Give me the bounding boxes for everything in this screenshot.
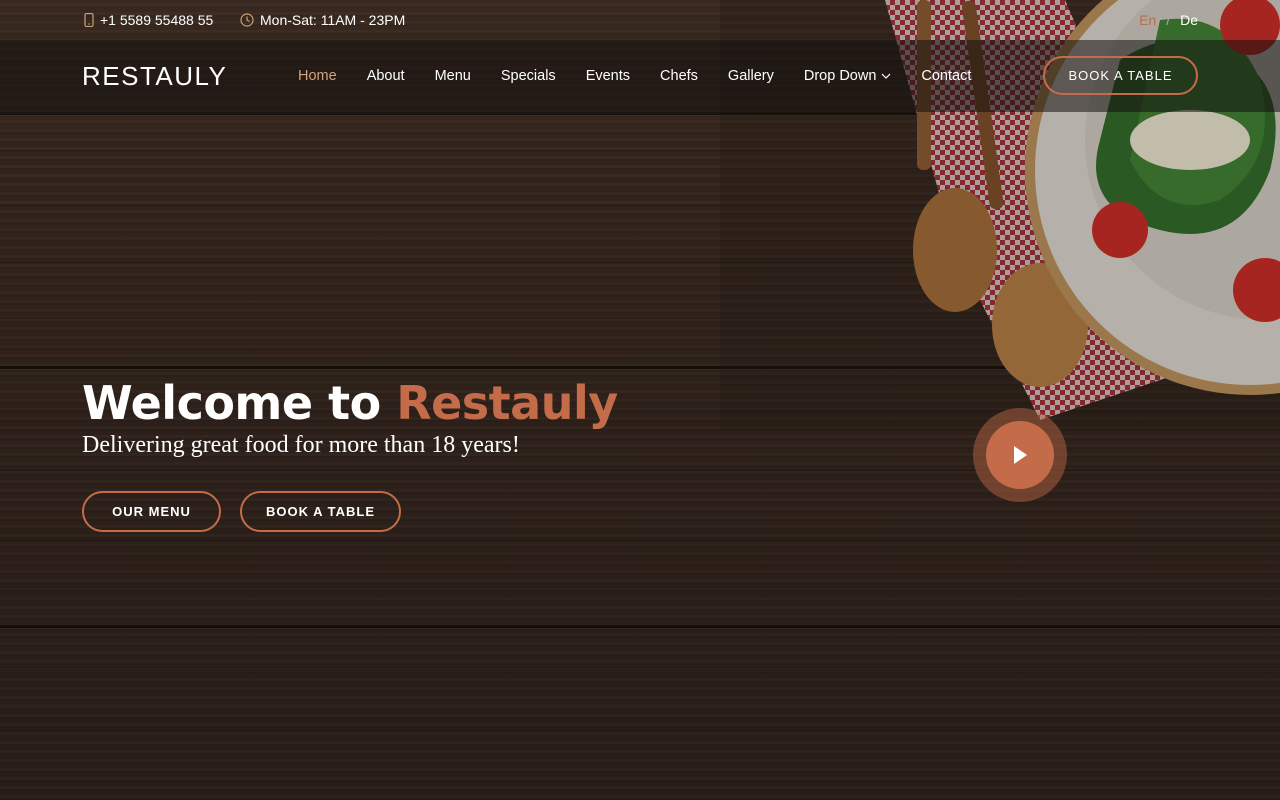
opening-hours: Mon-Sat: 11AM - 23PM [260, 12, 406, 28]
lang-separator: / [1166, 12, 1171, 28]
phone-number: +1 5589 55488 55 [100, 12, 214, 28]
nav-dropdown-label: Drop Down [803, 68, 877, 84]
site-logo[interactable]: RESTAULY [82, 40, 227, 112]
main-header: RESTAULY Home About Menu Specials Events… [0, 40, 1280, 112]
video-play-button[interactable] [973, 408, 1067, 502]
topbar-phone: +1 5589 55488 55 [84, 0, 213, 40]
nav-specials[interactable]: Specials [486, 68, 571, 84]
language-switcher: En / De [1139, 0, 1198, 40]
nav-chefs[interactable]: Chefs [645, 68, 713, 84]
mobile-phone-icon [84, 13, 94, 27]
nav-dropdown[interactable]: Drop Down [789, 68, 907, 84]
hero-subtitle: Delivering great food for more than 18 y… [82, 432, 520, 458]
hero-book-table-button[interactable]: BOOK A TABLE [240, 491, 401, 532]
our-menu-button[interactable]: OUR MENU [82, 491, 221, 532]
play-button-inner [986, 421, 1054, 489]
nav-events[interactable]: Events [571, 68, 645, 84]
nav-contact[interactable]: Contact [906, 68, 986, 84]
lang-de-link[interactable]: De [1180, 12, 1198, 28]
topbar: +1 5589 55488 55 Mon-Sat: 11AM - 23PM En… [0, 0, 1280, 40]
nav-gallery[interactable]: Gallery [713, 68, 789, 84]
chevron-down-icon [881, 73, 891, 79]
main-nav: Home About Menu Specials Events Chefs Ga… [283, 40, 986, 112]
hero-title-brand: Restauly [396, 376, 618, 430]
nav-menu[interactable]: Menu [420, 68, 486, 84]
play-icon [1014, 446, 1027, 464]
header-book-table-button[interactable]: BOOK A TABLE [1043, 56, 1198, 95]
topbar-hours: Mon-Sat: 11AM - 23PM [240, 0, 405, 40]
nav-about[interactable]: About [352, 68, 420, 84]
hero-title: Welcome to Restauly [82, 376, 618, 430]
clock-icon [240, 13, 254, 27]
hero-title-prefix: Welcome to [82, 376, 381, 430]
nav-home[interactable]: Home [283, 68, 352, 84]
lang-en-link[interactable]: En [1139, 12, 1156, 28]
